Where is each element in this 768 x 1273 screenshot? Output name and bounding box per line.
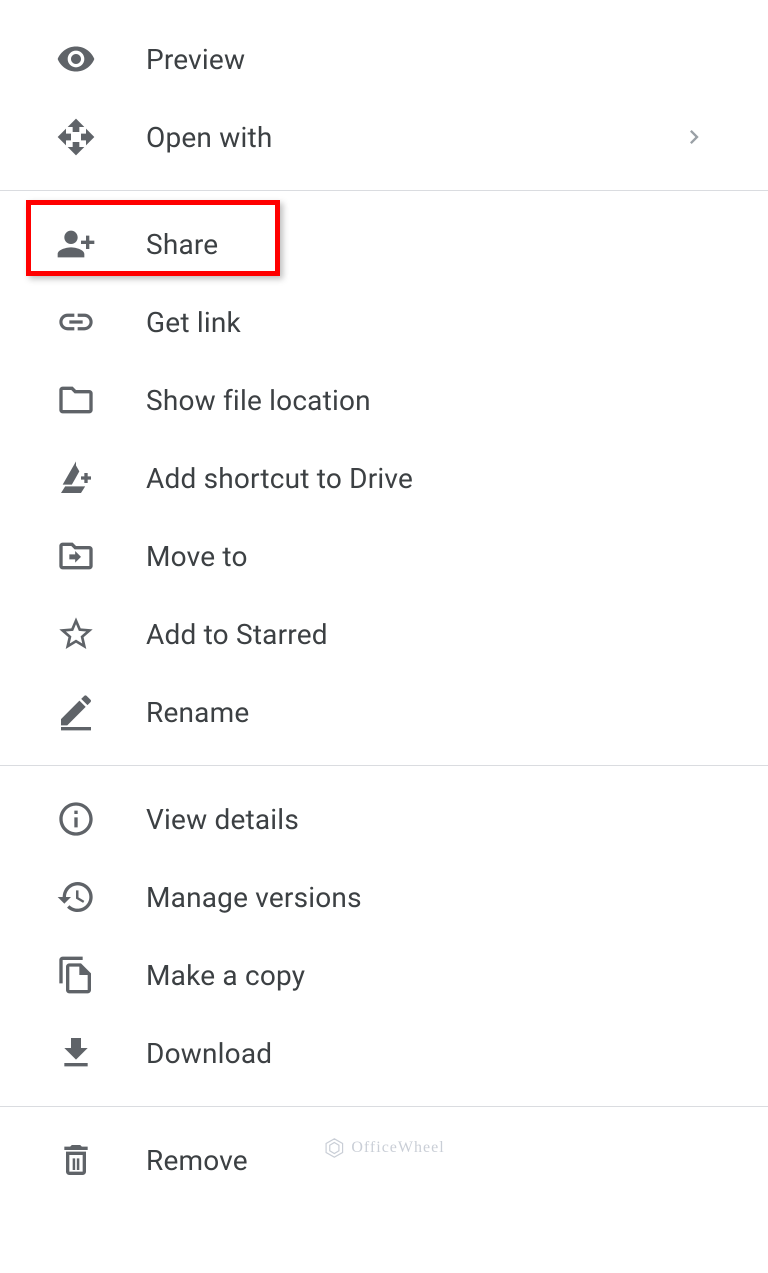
menu-item-manage-versions[interactable]: Manage versions: [0, 858, 768, 936]
menu-item-show-location[interactable]: Show file location: [0, 361, 768, 439]
menu-item-label: Show file location: [146, 384, 371, 417]
watermark: OfficeWheel: [323, 1137, 444, 1159]
menu-item-download[interactable]: Download: [0, 1014, 768, 1092]
menu-divider: [0, 1106, 768, 1107]
history-icon: [56, 877, 96, 917]
menu-item-label: Download: [146, 1037, 272, 1070]
menu-item-open-with[interactable]: Open with: [0, 98, 768, 176]
menu-item-remove[interactable]: Remove OfficeWheel: [0, 1121, 768, 1199]
folder-move-icon: [56, 536, 96, 576]
menu-item-move-to[interactable]: Move to: [0, 517, 768, 595]
info-icon: [56, 799, 96, 839]
menu-item-rename[interactable]: Rename: [0, 673, 768, 751]
menu-item-label: Move to: [146, 540, 248, 573]
move-arrows-icon: [56, 117, 96, 157]
menu-item-get-link[interactable]: Get link: [0, 283, 768, 361]
menu-item-view-details[interactable]: View details: [0, 780, 768, 858]
menu-item-make-copy[interactable]: Make a copy: [0, 936, 768, 1014]
pencil-icon: [56, 692, 96, 732]
menu-item-label: Manage versions: [146, 881, 362, 914]
menu-item-label: View details: [146, 803, 299, 836]
menu-item-label: Remove: [146, 1144, 248, 1177]
download-icon: [56, 1033, 96, 1073]
menu-item-preview[interactable]: Preview: [0, 20, 768, 98]
drive-shortcut-icon: [56, 458, 96, 498]
menu-item-label: Rename: [146, 696, 249, 729]
menu-item-label: Add to Starred: [146, 618, 328, 651]
menu-divider: [0, 765, 768, 766]
menu-item-label: Get link: [146, 306, 241, 339]
menu-divider: [0, 190, 768, 191]
star-icon: [56, 614, 96, 654]
eye-icon: [56, 39, 96, 79]
folder-icon: [56, 380, 96, 420]
copy-icon: [56, 955, 96, 995]
menu-item-label: Share: [146, 228, 218, 261]
menu-item-add-starred[interactable]: Add to Starred: [0, 595, 768, 673]
menu-item-label: Make a copy: [146, 959, 305, 992]
watermark-text: OfficeWheel: [351, 1139, 444, 1157]
person-add-icon: [56, 224, 96, 264]
link-icon: [56, 302, 96, 342]
menu-item-share[interactable]: Share: [0, 205, 768, 283]
chevron-right-icon: [680, 123, 708, 151]
menu-item-label: Open with: [146, 121, 272, 154]
menu-item-label: Preview: [146, 43, 245, 76]
menu-item-add-shortcut[interactable]: Add shortcut to Drive: [0, 439, 768, 517]
menu-item-label: Add shortcut to Drive: [146, 462, 413, 495]
trash-icon: [56, 1140, 96, 1180]
context-menu: Preview Open with Share Get link Show fi…: [0, 0, 768, 1199]
